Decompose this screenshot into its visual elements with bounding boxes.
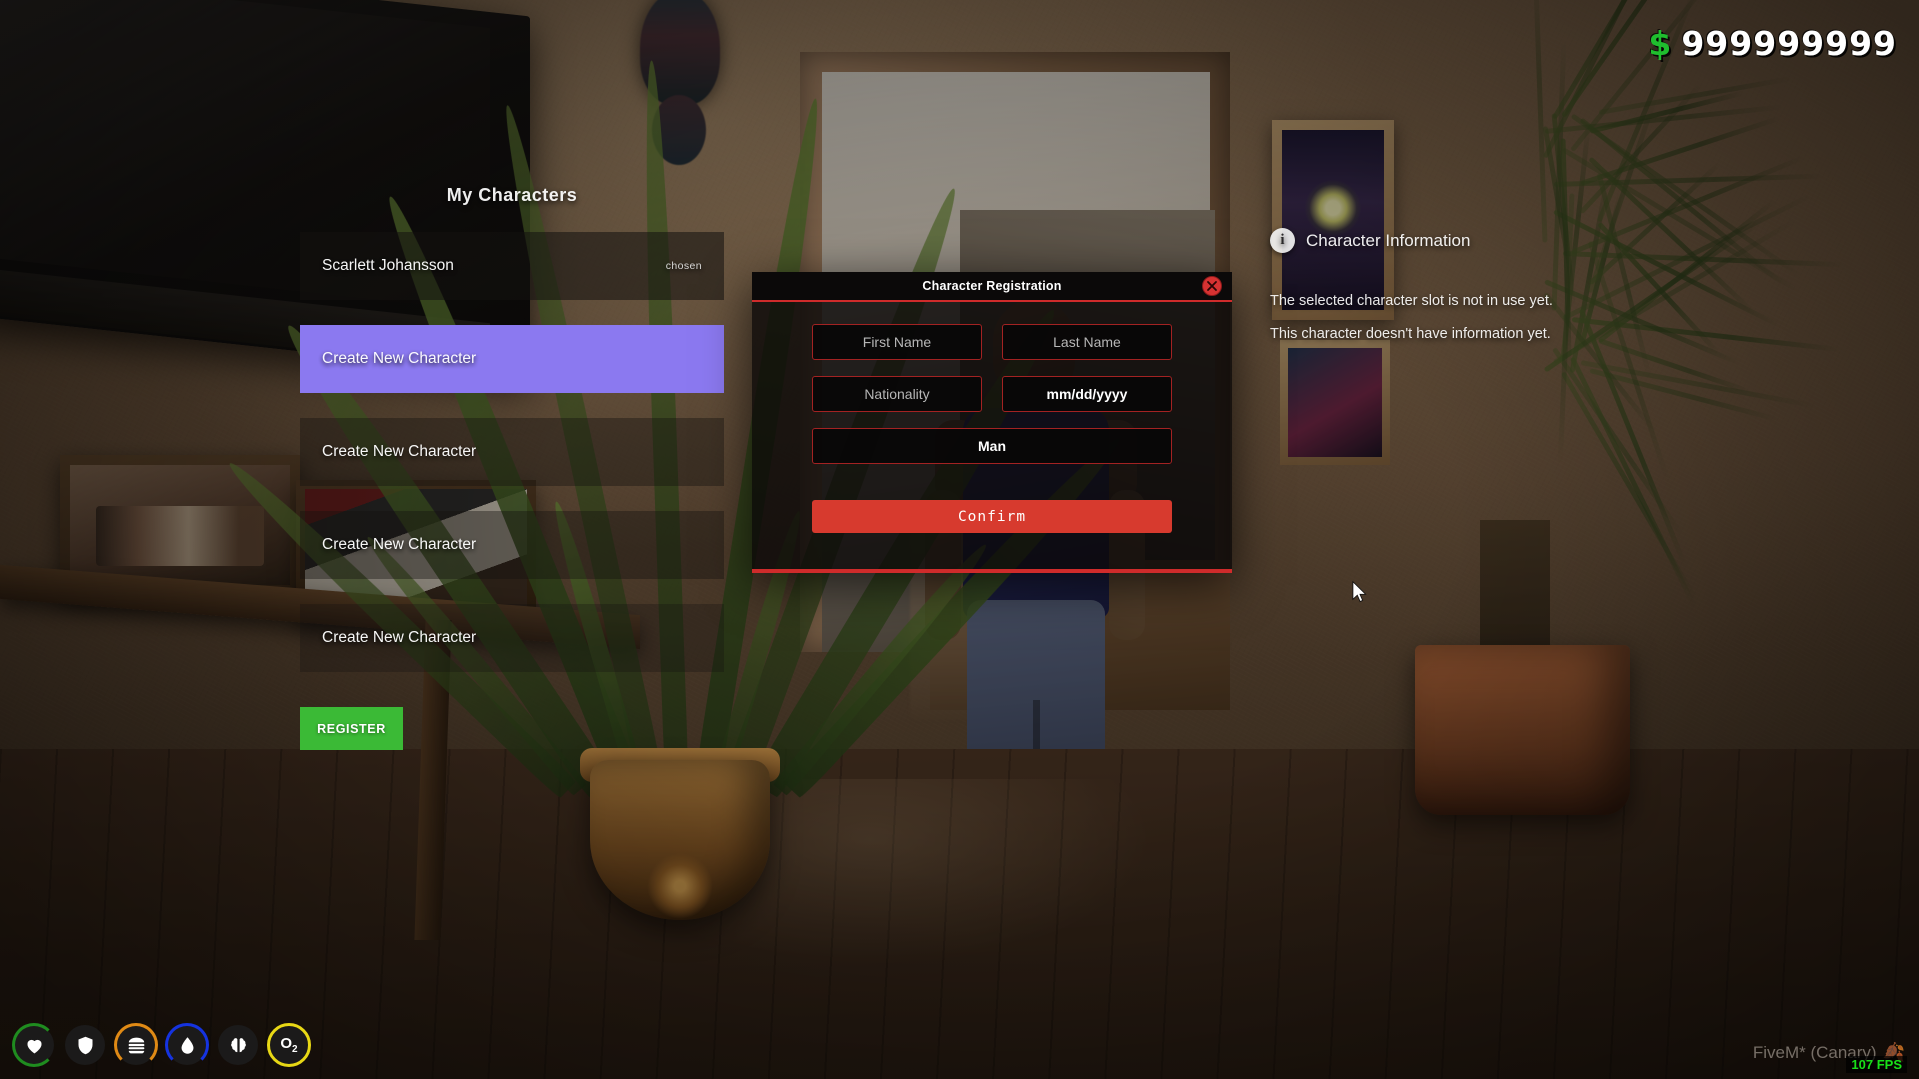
- hunger-icon[interactable]: [114, 1023, 158, 1067]
- character-chosen-tag: chosen: [665, 260, 702, 272]
- confirm-button[interactable]: Confirm: [812, 500, 1172, 533]
- oxygen-icon[interactable]: O2: [267, 1023, 311, 1067]
- first-name-field[interactable]: First Name: [812, 324, 982, 360]
- status-hud: O2: [12, 1023, 311, 1067]
- character-name: Create New Character: [322, 629, 477, 646]
- info-icon: i: [1270, 228, 1295, 253]
- confirm-row: Confirm: [752, 486, 1232, 533]
- oxygen-label: O2: [280, 1035, 298, 1055]
- modal-header: Character Registration: [752, 272, 1232, 302]
- register-button[interactable]: REGISTER: [300, 707, 403, 750]
- character-name: Create New Character: [322, 350, 477, 367]
- health-icon[interactable]: [12, 1023, 56, 1067]
- info-line-no-information: This character doesn't have information …: [1270, 326, 1551, 342]
- character-information-label: Character Information: [1306, 230, 1471, 250]
- panel-title: My Characters: [446, 185, 578, 205]
- character-row-3[interactable]: Create New Character: [300, 511, 724, 579]
- gender-row: Man: [812, 428, 1172, 464]
- shield-glyph: [78, 1036, 92, 1054]
- fps-counter: 107 FPS: [1846, 1056, 1907, 1073]
- thirst-icon[interactable]: [165, 1023, 209, 1067]
- character-registration-modal: Character Registration First Name Last N…: [752, 272, 1232, 573]
- snake-plant-pot: [590, 760, 770, 920]
- character-name: Scarlett Johansson: [322, 257, 454, 274]
- character-row-2[interactable]: Create New Character: [300, 418, 724, 486]
- nationality-field[interactable]: Nationality: [812, 376, 982, 412]
- money-amount: 999999999: [1681, 24, 1897, 63]
- armor-icon[interactable]: [65, 1025, 105, 1065]
- name-row: First Name Last Name: [812, 324, 1172, 360]
- character-row-4[interactable]: Create New Character: [300, 604, 724, 672]
- last-name-field[interactable]: Last Name: [1002, 324, 1172, 360]
- stress-icon[interactable]: [218, 1025, 258, 1065]
- character-information-panel: i Character Information The selected cha…: [1270, 228, 1830, 342]
- dollar-sign-icon: $: [1648, 24, 1673, 63]
- my-characters-panel: My Characters Scarlett Johansson chosen …: [300, 185, 724, 750]
- palm-pot: [1415, 645, 1630, 815]
- close-x-glyph: [1207, 281, 1217, 291]
- game-screen: $ 999999999 My Characters Scarlett Johan…: [0, 0, 1919, 1079]
- character-row-1[interactable]: Create New Character: [300, 325, 724, 393]
- modal-title: Character Registration: [922, 279, 1062, 293]
- info-line-slot-unused: The selected character slot is not in us…: [1270, 293, 1553, 309]
- date-of-birth-field[interactable]: mm/dd/yyyy: [1002, 376, 1172, 412]
- burger-glyph: [128, 1037, 144, 1053]
- character-row-0[interactable]: Scarlett Johansson chosen: [300, 232, 724, 300]
- character-name: Create New Character: [322, 536, 477, 553]
- nationality-dob-row: Nationality mm/dd/yyyy: [812, 376, 1172, 412]
- close-icon[interactable]: [1202, 276, 1222, 296]
- heart-glyph: [26, 1039, 42, 1053]
- money-display: $ 999999999: [1648, 24, 1897, 63]
- gender-select[interactable]: Man: [812, 428, 1172, 464]
- modal-body: First Name Last Name Nationality mm/dd/y…: [752, 302, 1232, 464]
- brain-glyph: [230, 1037, 246, 1052]
- character-name: Create New Character: [322, 443, 477, 460]
- character-information-heading: i Character Information: [1270, 228, 1830, 253]
- water-drop-glyph: [181, 1036, 193, 1054]
